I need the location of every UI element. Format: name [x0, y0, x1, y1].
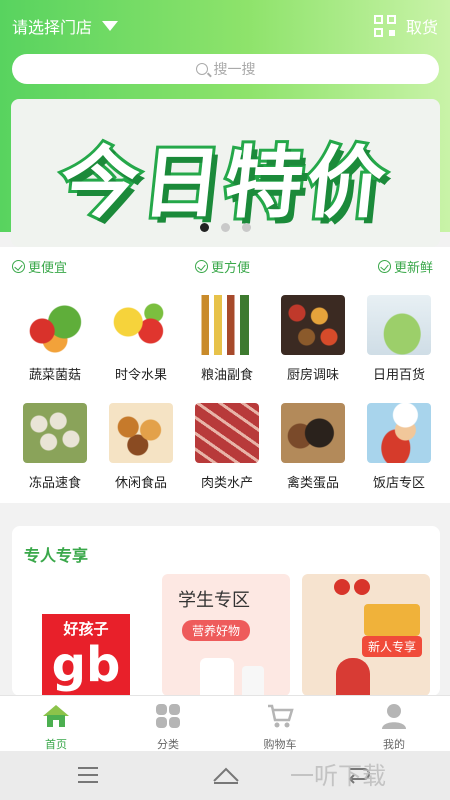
tab-profile[interactable]: 我的: [338, 696, 450, 752]
lantern-icon: [334, 579, 370, 595]
seasoning-icon: [281, 295, 345, 355]
grain-oil-icon: [195, 295, 259, 355]
check-circle-icon: [378, 260, 391, 273]
category-meat[interactable]: 肉类水产: [184, 403, 270, 499]
snacks-icon: [109, 403, 173, 463]
tab-label: 分类: [157, 738, 179, 751]
category-vegetables[interactable]: 蔬菜菌菇: [12, 295, 98, 391]
category-label: 休闲食品: [114, 476, 167, 491]
poultry-icon: [281, 403, 345, 463]
home-nav-icon[interactable]: [212, 765, 240, 785]
check-circle-icon: [195, 260, 208, 273]
category-section: 更便宜 更方便 更新鲜 蔬菜菌菇 时令水果 粮油副食 厨房调味 日用百货 冻品速…: [0, 247, 450, 503]
search-placeholder: 搜一搜: [213, 62, 256, 78]
store-selector-label: 请选择门店: [12, 18, 93, 37]
category-label: 日用百货: [372, 368, 425, 383]
pickup-button[interactable]: 取货: [373, 14, 438, 38]
brand-card[interactable]: 好孩子 gb: [26, 574, 146, 696]
category-label: 厨房调味: [286, 368, 339, 383]
logo-text: 好孩子: [63, 620, 109, 638]
household-icon: [367, 295, 431, 355]
card-badge: 营养好物: [182, 620, 251, 641]
category-label: 蔬菜菌菇: [28, 368, 81, 383]
feature-strip: 更便宜 更方便 更新鲜: [12, 257, 438, 277]
category-fruit[interactable]: 时令水果: [98, 295, 184, 391]
store-selector[interactable]: 请选择门店: [12, 14, 119, 38]
banner-headline: 今日特价: [53, 136, 396, 232]
check-circle-icon: [12, 260, 25, 273]
pagination-dot[interactable]: [221, 223, 230, 232]
category-seasoning[interactable]: 厨房调味: [270, 295, 356, 391]
fruit-icon: [109, 295, 173, 355]
chef-icon: [367, 403, 431, 463]
tab-label: 购物车: [263, 738, 297, 751]
feature-label: 更便宜: [28, 261, 68, 276]
search-input[interactable]: 搜一搜: [12, 54, 439, 84]
qr-code-icon: [373, 15, 396, 37]
card-title: 学生专区: [178, 590, 250, 611]
menu-icon[interactable]: [78, 767, 98, 783]
top-bar: 请选择门店 取货: [0, 0, 450, 52]
bottom-tab-bar: 首页 分类 购物车 我的: [0, 695, 450, 751]
meat-icon: [195, 403, 259, 463]
category-household[interactable]: 日用百货: [356, 295, 442, 391]
banner-art: 今日特价: [23, 111, 428, 232]
pagination-dot[interactable]: [200, 223, 209, 232]
card-badge: 新人专享: [362, 636, 423, 657]
tab-category[interactable]: 分类: [112, 696, 224, 752]
frozen-food-icon: [23, 403, 87, 463]
watermark: 一听下载: [290, 762, 386, 790]
category-poultry[interactable]: 禽类蛋品: [270, 403, 356, 499]
pickup-label: 取货: [405, 18, 438, 37]
feature-label: 更方便: [211, 261, 251, 276]
caret-down-icon: [102, 21, 119, 31]
category-frozen-food[interactable]: 冻品速食: [12, 403, 98, 499]
category-label: 粮油副食: [200, 368, 253, 383]
profile-icon: [382, 704, 406, 729]
feature-fresher: 更新鲜: [378, 257, 433, 276]
tab-label: 首页: [45, 738, 67, 751]
pagination-dot[interactable]: [242, 223, 251, 232]
feature-label: 更新鲜: [394, 261, 434, 276]
promo-banner[interactable]: 今日特价: [11, 99, 440, 247]
category-label: 饭店专区: [372, 476, 425, 491]
milk-bottle-image: [200, 658, 234, 696]
category-label: 时令水果: [114, 368, 167, 383]
category-label: 禽类蛋品: [286, 476, 339, 491]
gb-logo: 好孩子 gb: [42, 614, 130, 696]
tab-cart[interactable]: 购物车: [224, 696, 336, 752]
feature-cheaper: 更便宜: [12, 257, 67, 276]
tab-home[interactable]: 首页: [0, 696, 112, 752]
category-restaurant[interactable]: 饭店专区: [356, 403, 442, 499]
tab-label: 我的: [383, 738, 405, 751]
cart-icon: [268, 704, 294, 728]
category-icon: [156, 704, 180, 728]
feature-convenient: 更方便: [195, 257, 250, 276]
search-icon: [195, 63, 208, 75]
milk-bottle-image: [242, 666, 264, 696]
student-zone-card[interactable]: 学生专区 营养好物: [162, 574, 290, 696]
category-grain-oil[interactable]: 粮油副食: [184, 295, 270, 391]
category-snacks[interactable]: 休闲食品: [98, 403, 184, 499]
new-user-card[interactable]: 新人专享: [302, 574, 430, 696]
banner-pagination: [11, 223, 440, 232]
category-label: 肉类水产: [200, 476, 253, 491]
category-label: 冻品速食: [28, 476, 81, 491]
person-image: [336, 658, 370, 696]
home-icon: [43, 705, 69, 727]
section-title: 专人专享: [24, 546, 89, 565]
exclusive-section: 专人专享 好孩子 gb 学生专区 营养好物 新人专享: [12, 526, 440, 696]
logo-mark: gb: [51, 637, 121, 693]
vegetables-icon: [23, 295, 87, 355]
gift-basket-image: [364, 604, 420, 636]
